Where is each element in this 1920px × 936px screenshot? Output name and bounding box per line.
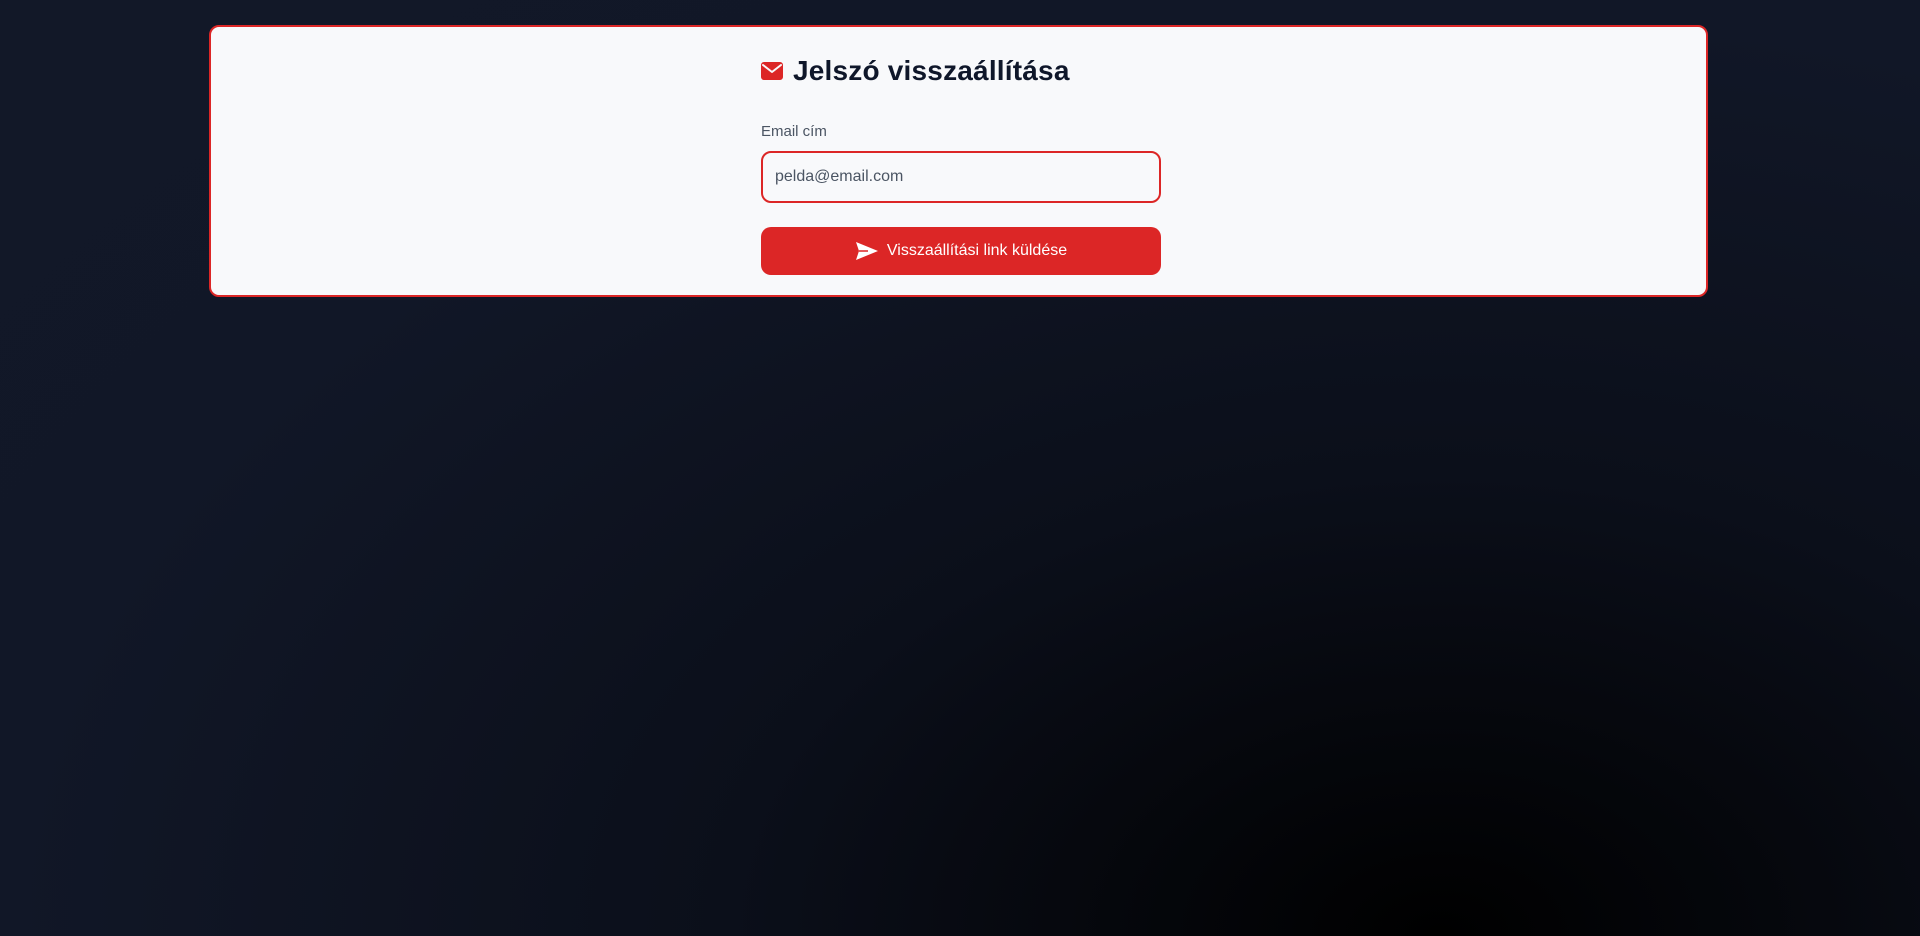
send-icon [855,241,879,261]
page-title: Jelszó visszaállítása [761,55,1070,87]
email-field[interactable] [761,151,1161,203]
send-reset-link-button[interactable]: Visszaállítási link küldése [761,227,1161,275]
envelope-icon [761,62,783,80]
reset-password-card: Jelszó visszaállítása Email cím Visszaál… [209,25,1708,297]
email-label: Email cím [761,123,827,140]
page-title-text: Jelszó visszaállítása [793,55,1070,86]
send-reset-link-label: Visszaállítási link küldése [886,242,1068,259]
